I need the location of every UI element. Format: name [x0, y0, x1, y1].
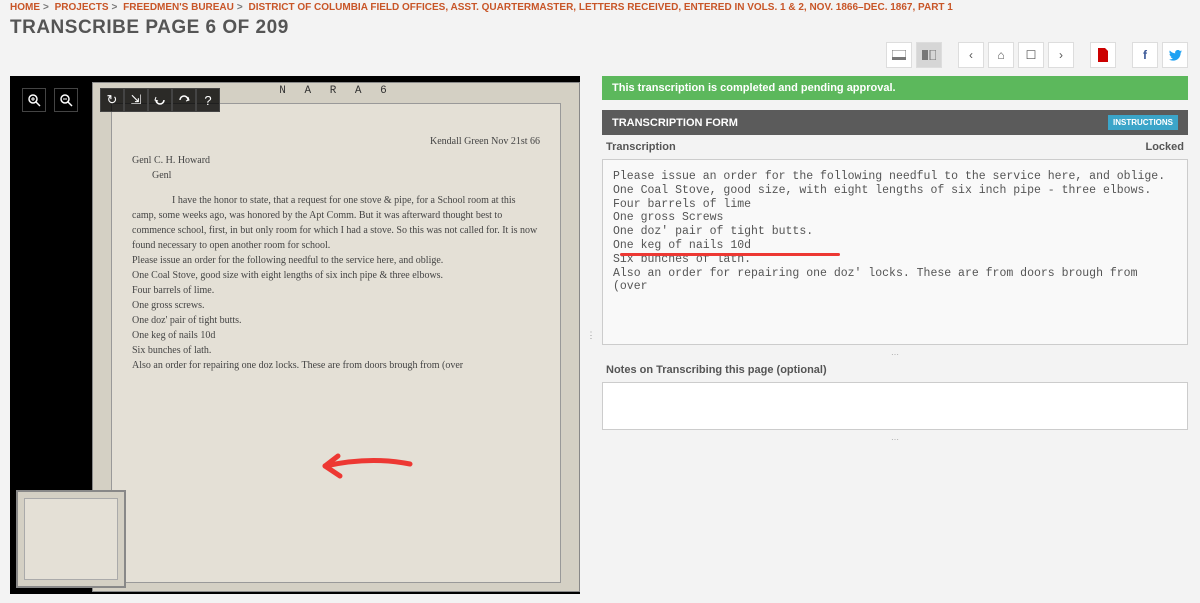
manuscript-page: Kendall Green Nov 21st 66 Genl C. H. How… [111, 103, 561, 583]
rotate-left-button[interactable] [148, 88, 172, 112]
facebook-button[interactable]: f [1132, 42, 1158, 68]
split-pane-button[interactable] [916, 42, 942, 68]
instructions-button[interactable]: INSTRUCTIONS [1108, 115, 1178, 130]
pdf-button[interactable] [1090, 42, 1116, 68]
resize-handle[interactable]: ⋯ [602, 350, 1188, 358]
notes-label: Notes on Transcribing this page (optiona… [602, 358, 1188, 382]
nara-stamp: N A R A 6 [279, 85, 392, 97]
pane-divider[interactable]: ⋮ [588, 76, 594, 594]
document-image[interactable]: N A R A 6 Kendall Green Nov 21st 66 Genl… [92, 82, 580, 592]
next-button[interactable]: › [1048, 42, 1074, 68]
breadcrumb-freedmens[interactable]: FREEDMEN'S BUREAU [123, 2, 234, 13]
status-banner: This transcription is completed and pend… [602, 76, 1188, 100]
zoom-in-button[interactable] [22, 88, 46, 112]
transcription-label: Transcription [606, 141, 676, 153]
red-arrow-annotation [310, 446, 420, 486]
image-viewer[interactable]: ↻ ⇲ ? N A R A 6 Kendall Green Nov 21st 6… [10, 76, 580, 594]
transcription-pane: This transcription is completed and pend… [602, 76, 1188, 594]
fit-button[interactable]: ⇲ [124, 88, 148, 112]
thumbnail-navigator[interactable] [16, 490, 126, 588]
resize-handle-2[interactable]: ⋯ [602, 435, 1188, 443]
transcription-textarea[interactable] [602, 159, 1188, 345]
rotate-button[interactable]: ↻ [100, 88, 124, 112]
red-underline-annotation [620, 253, 840, 256]
locked-label: Locked [1145, 141, 1184, 153]
prev-button[interactable]: ‹ [958, 42, 984, 68]
fullscreen-button[interactable]: ☐ [1018, 42, 1044, 68]
twitter-button[interactable] [1162, 42, 1188, 68]
home-button[interactable]: ⌂ [988, 42, 1014, 68]
notes-textarea[interactable] [602, 382, 1188, 430]
breadcrumb-home[interactable]: HOME [10, 2, 40, 13]
single-pane-button[interactable] [886, 42, 912, 68]
breadcrumb-collection[interactable]: DISTRICT OF COLUMBIA FIELD OFFICES, ASST… [249, 2, 953, 13]
form-header: TRANSCRIPTION FORM INSTRUCTIONS [602, 110, 1188, 135]
top-toolbar: ‹ ⌂ ☐ › f [886, 42, 1188, 68]
help-button[interactable]: ? [196, 88, 220, 112]
rotate-right-button[interactable] [172, 88, 196, 112]
breadcrumb-projects[interactable]: PROJECTS [55, 2, 109, 13]
zoom-out-button[interactable] [54, 88, 78, 112]
breadcrumb: HOME> PROJECTS> FREEDMEN'S BUREAU> DISTR… [0, 0, 1200, 15]
